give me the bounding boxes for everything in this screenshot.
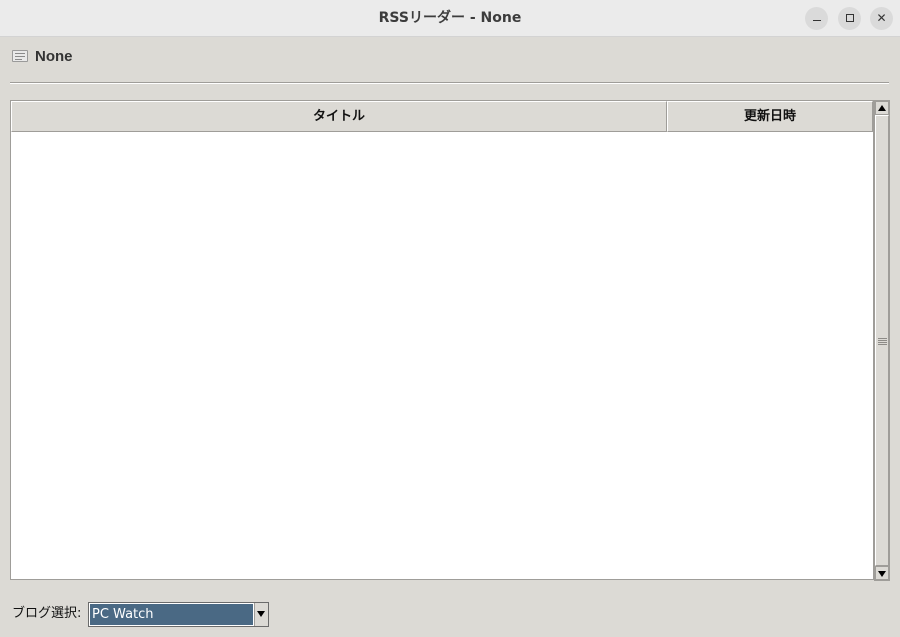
window-title: RSSリーダー - None <box>378 10 522 26</box>
minimize-button[interactable] <box>805 7 828 30</box>
column-header-updated[interactable]: 更新日時 <box>667 101 873 132</box>
scrollbar-thumb[interactable] <box>875 115 889 566</box>
grip-line <box>878 340 887 341</box>
app-window: RSSリーダー - None ✕ None タイトル 更新日時 ブログ選択: P… <box>0 0 900 637</box>
newspaper-icon <box>12 49 29 63</box>
vertical-scrollbar[interactable] <box>874 100 890 581</box>
maximize-icon <box>845 13 854 22</box>
close-icon: ✕ <box>876 11 887 25</box>
article-table[interactable]: タイトル 更新日時 <box>10 100 874 580</box>
blog-select-combobox[interactable]: PC Watch <box>88 602 269 627</box>
blog-select-value[interactable]: PC Watch <box>90 604 253 625</box>
title-bar[interactable]: RSSリーダー - None ✕ <box>0 0 900 37</box>
grip-line <box>878 344 887 345</box>
feed-header: None <box>12 44 73 68</box>
blog-select-label: ブログ選択: <box>12 606 82 621</box>
feed-title: None <box>35 47 73 65</box>
table-header: タイトル 更新日時 <box>11 101 873 132</box>
arrow-up-icon <box>878 105 886 111</box>
maximize-button[interactable] <box>838 7 861 30</box>
scroll-up-button[interactable] <box>875 101 889 115</box>
header-separator <box>10 82 889 84</box>
grip-icon <box>878 338 887 339</box>
scroll-down-button[interactable] <box>875 566 889 580</box>
column-header-title[interactable]: タイトル <box>11 101 667 132</box>
close-button[interactable]: ✕ <box>870 7 893 30</box>
minimize-icon <box>812 19 821 22</box>
blog-select-dropdown-button[interactable] <box>254 603 268 626</box>
arrow-down-icon <box>878 571 886 577</box>
grip-line <box>878 342 887 343</box>
chevron-down-icon <box>257 611 265 617</box>
